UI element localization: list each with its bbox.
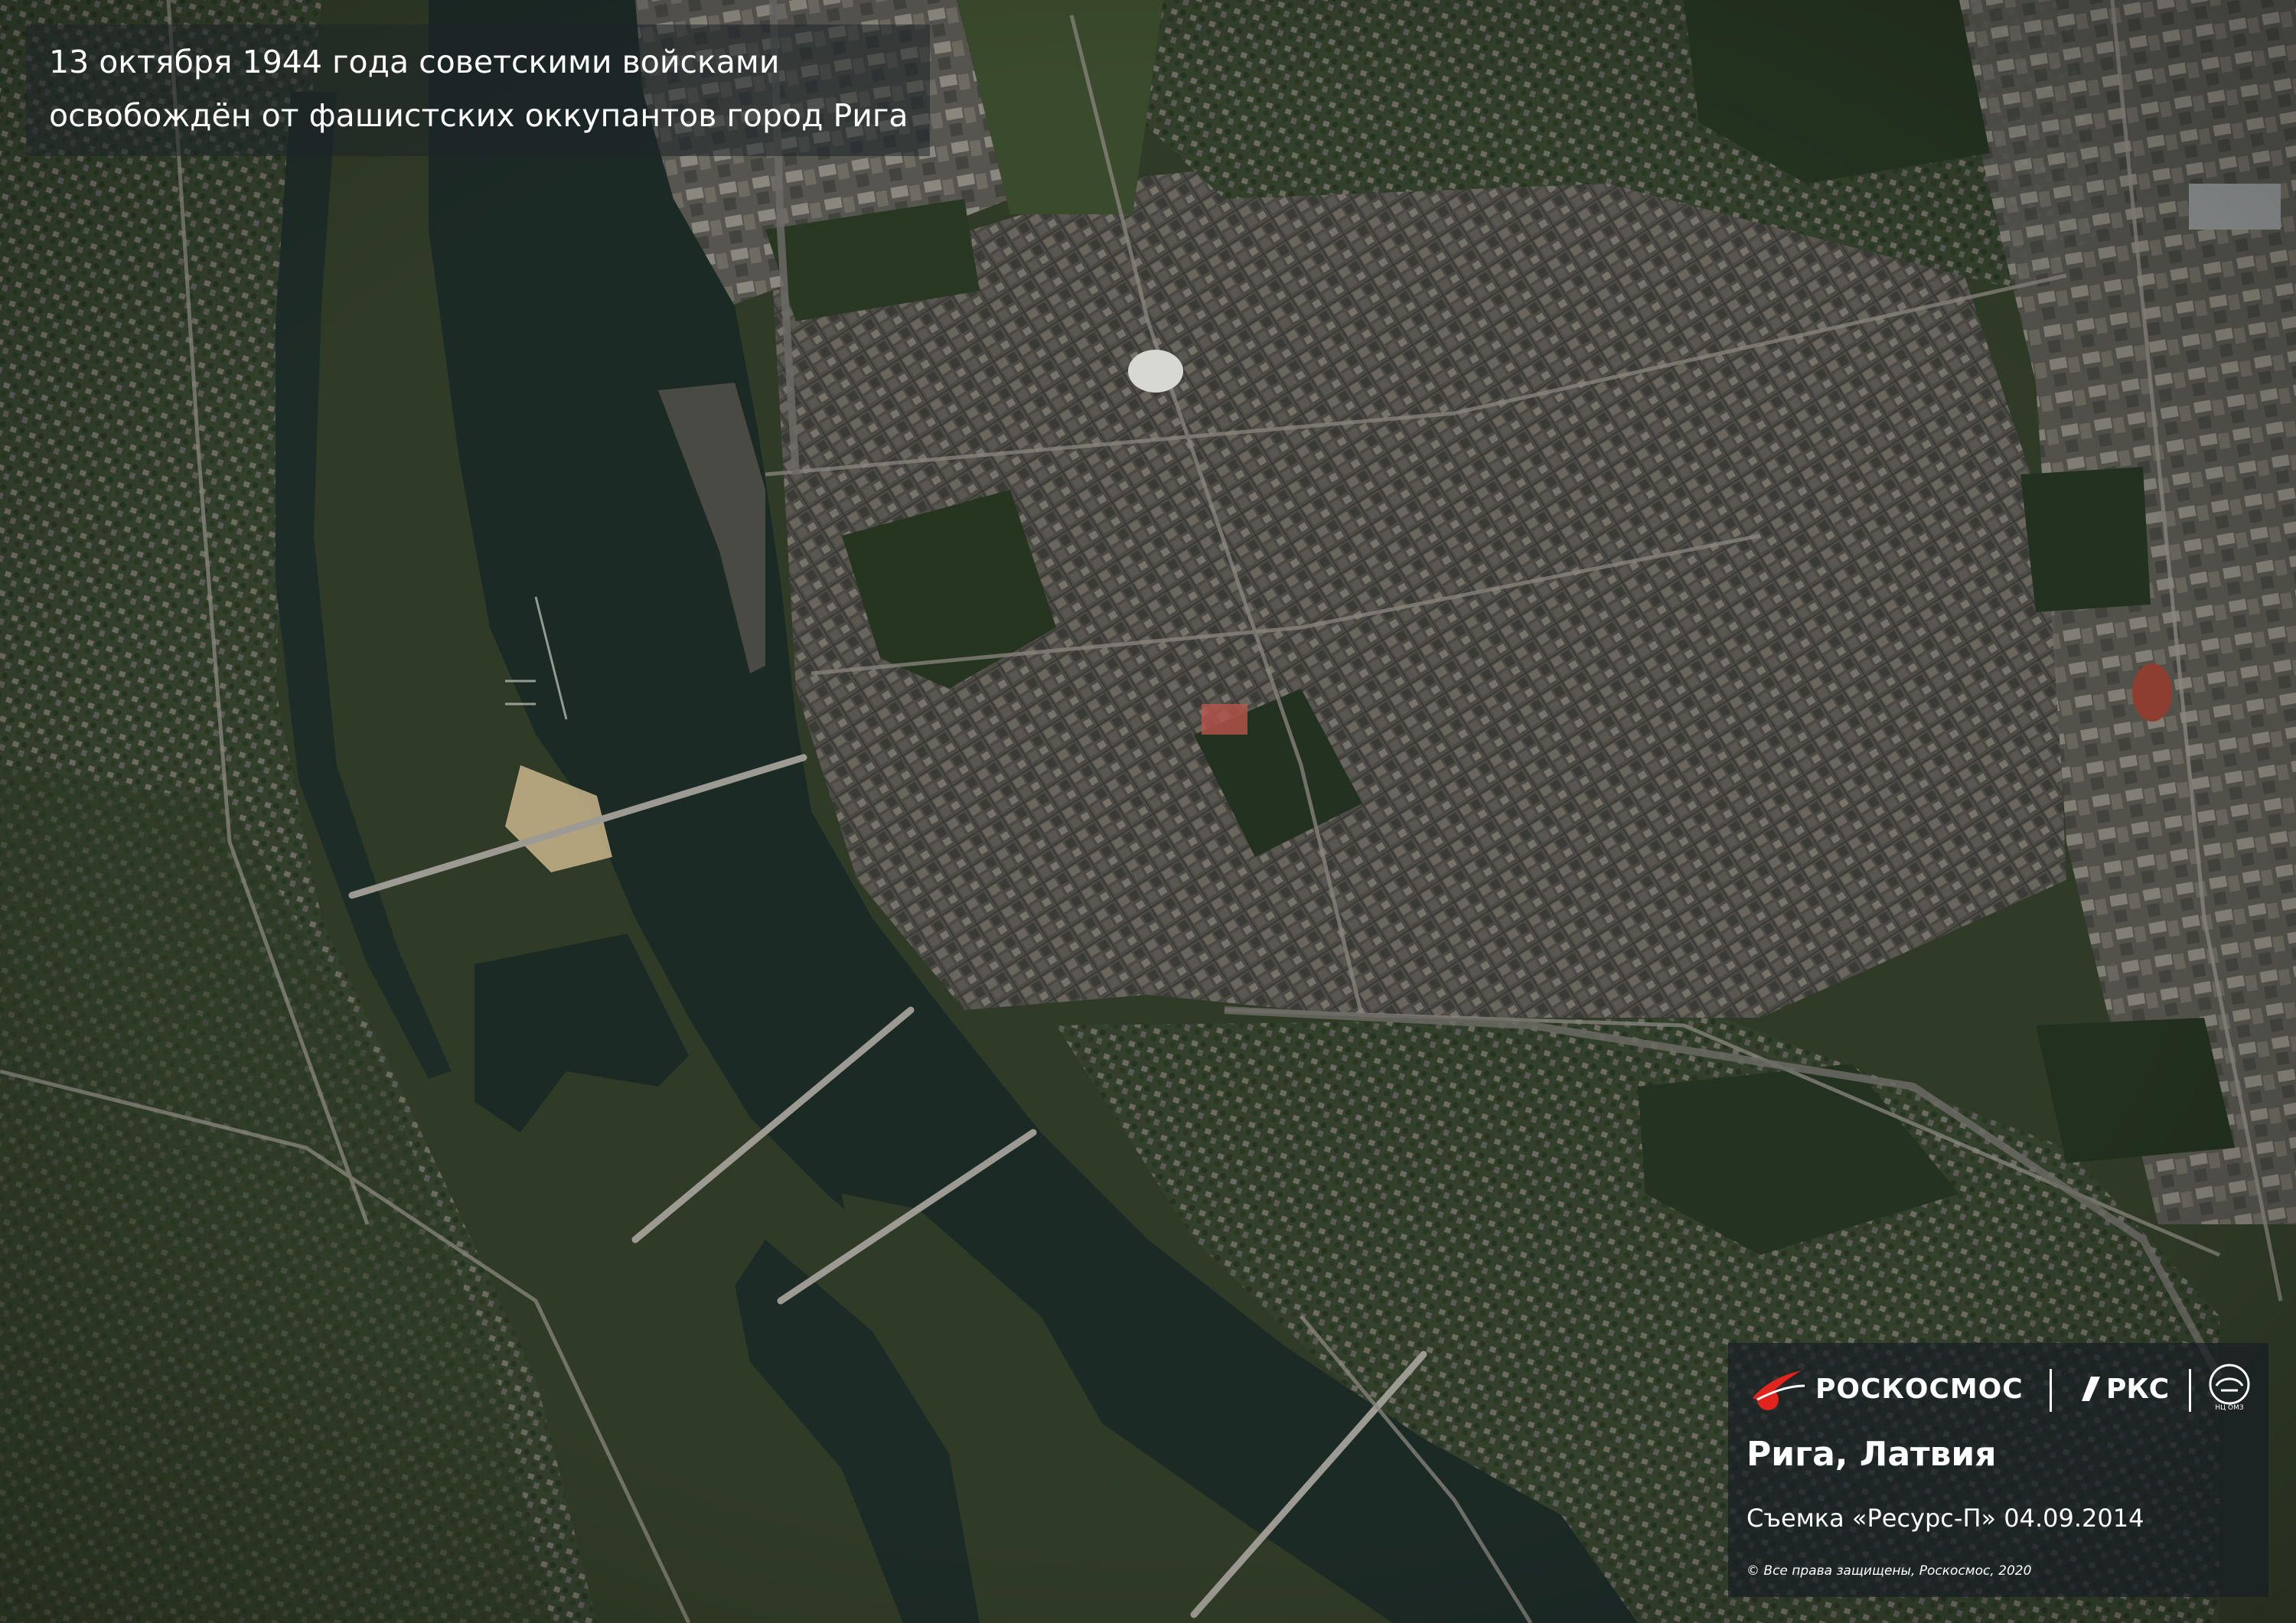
caption-box: 13 октября 1944 года советскими войсками… — [26, 24, 930, 156]
place-name: Рига, Латвия — [1746, 1435, 1997, 1474]
roscosmos-logo-icon — [1753, 1370, 1805, 1410]
copyright-notice: © Все права защищены, Роскосмос, 2020 — [1746, 1563, 2032, 1579]
rks-logo-text: РКС — [2106, 1374, 2170, 1405]
info-panel: РОСКОСМОС РКС НЦ ОМЗ Рига, Латвия Съемка… — [1728, 1343, 2268, 1597]
roscosmos-logo-text: РОСКОСМОС — [1815, 1374, 2024, 1405]
logo-separator — [2050, 1369, 2052, 1412]
survey-info: Съемка «Ресурс-П» 04.09.2014 — [1746, 1504, 2144, 1533]
caption-line-2: освобождён от фашистских оккупантов горо… — [49, 97, 908, 134]
nc-omz-logo-icon — [2209, 1364, 2250, 1405]
logo-bar: РОСКОСМОС РКС НЦ ОМЗ — [1746, 1363, 2252, 1416]
caption-line-1: 13 октября 1944 года советскими войсками — [49, 44, 780, 80]
rks-logo-icon — [2082, 1377, 2100, 1401]
nc-omz-logo-text: НЦ ОМЗ — [2215, 1404, 2244, 1412]
logo-separator — [2189, 1369, 2191, 1412]
